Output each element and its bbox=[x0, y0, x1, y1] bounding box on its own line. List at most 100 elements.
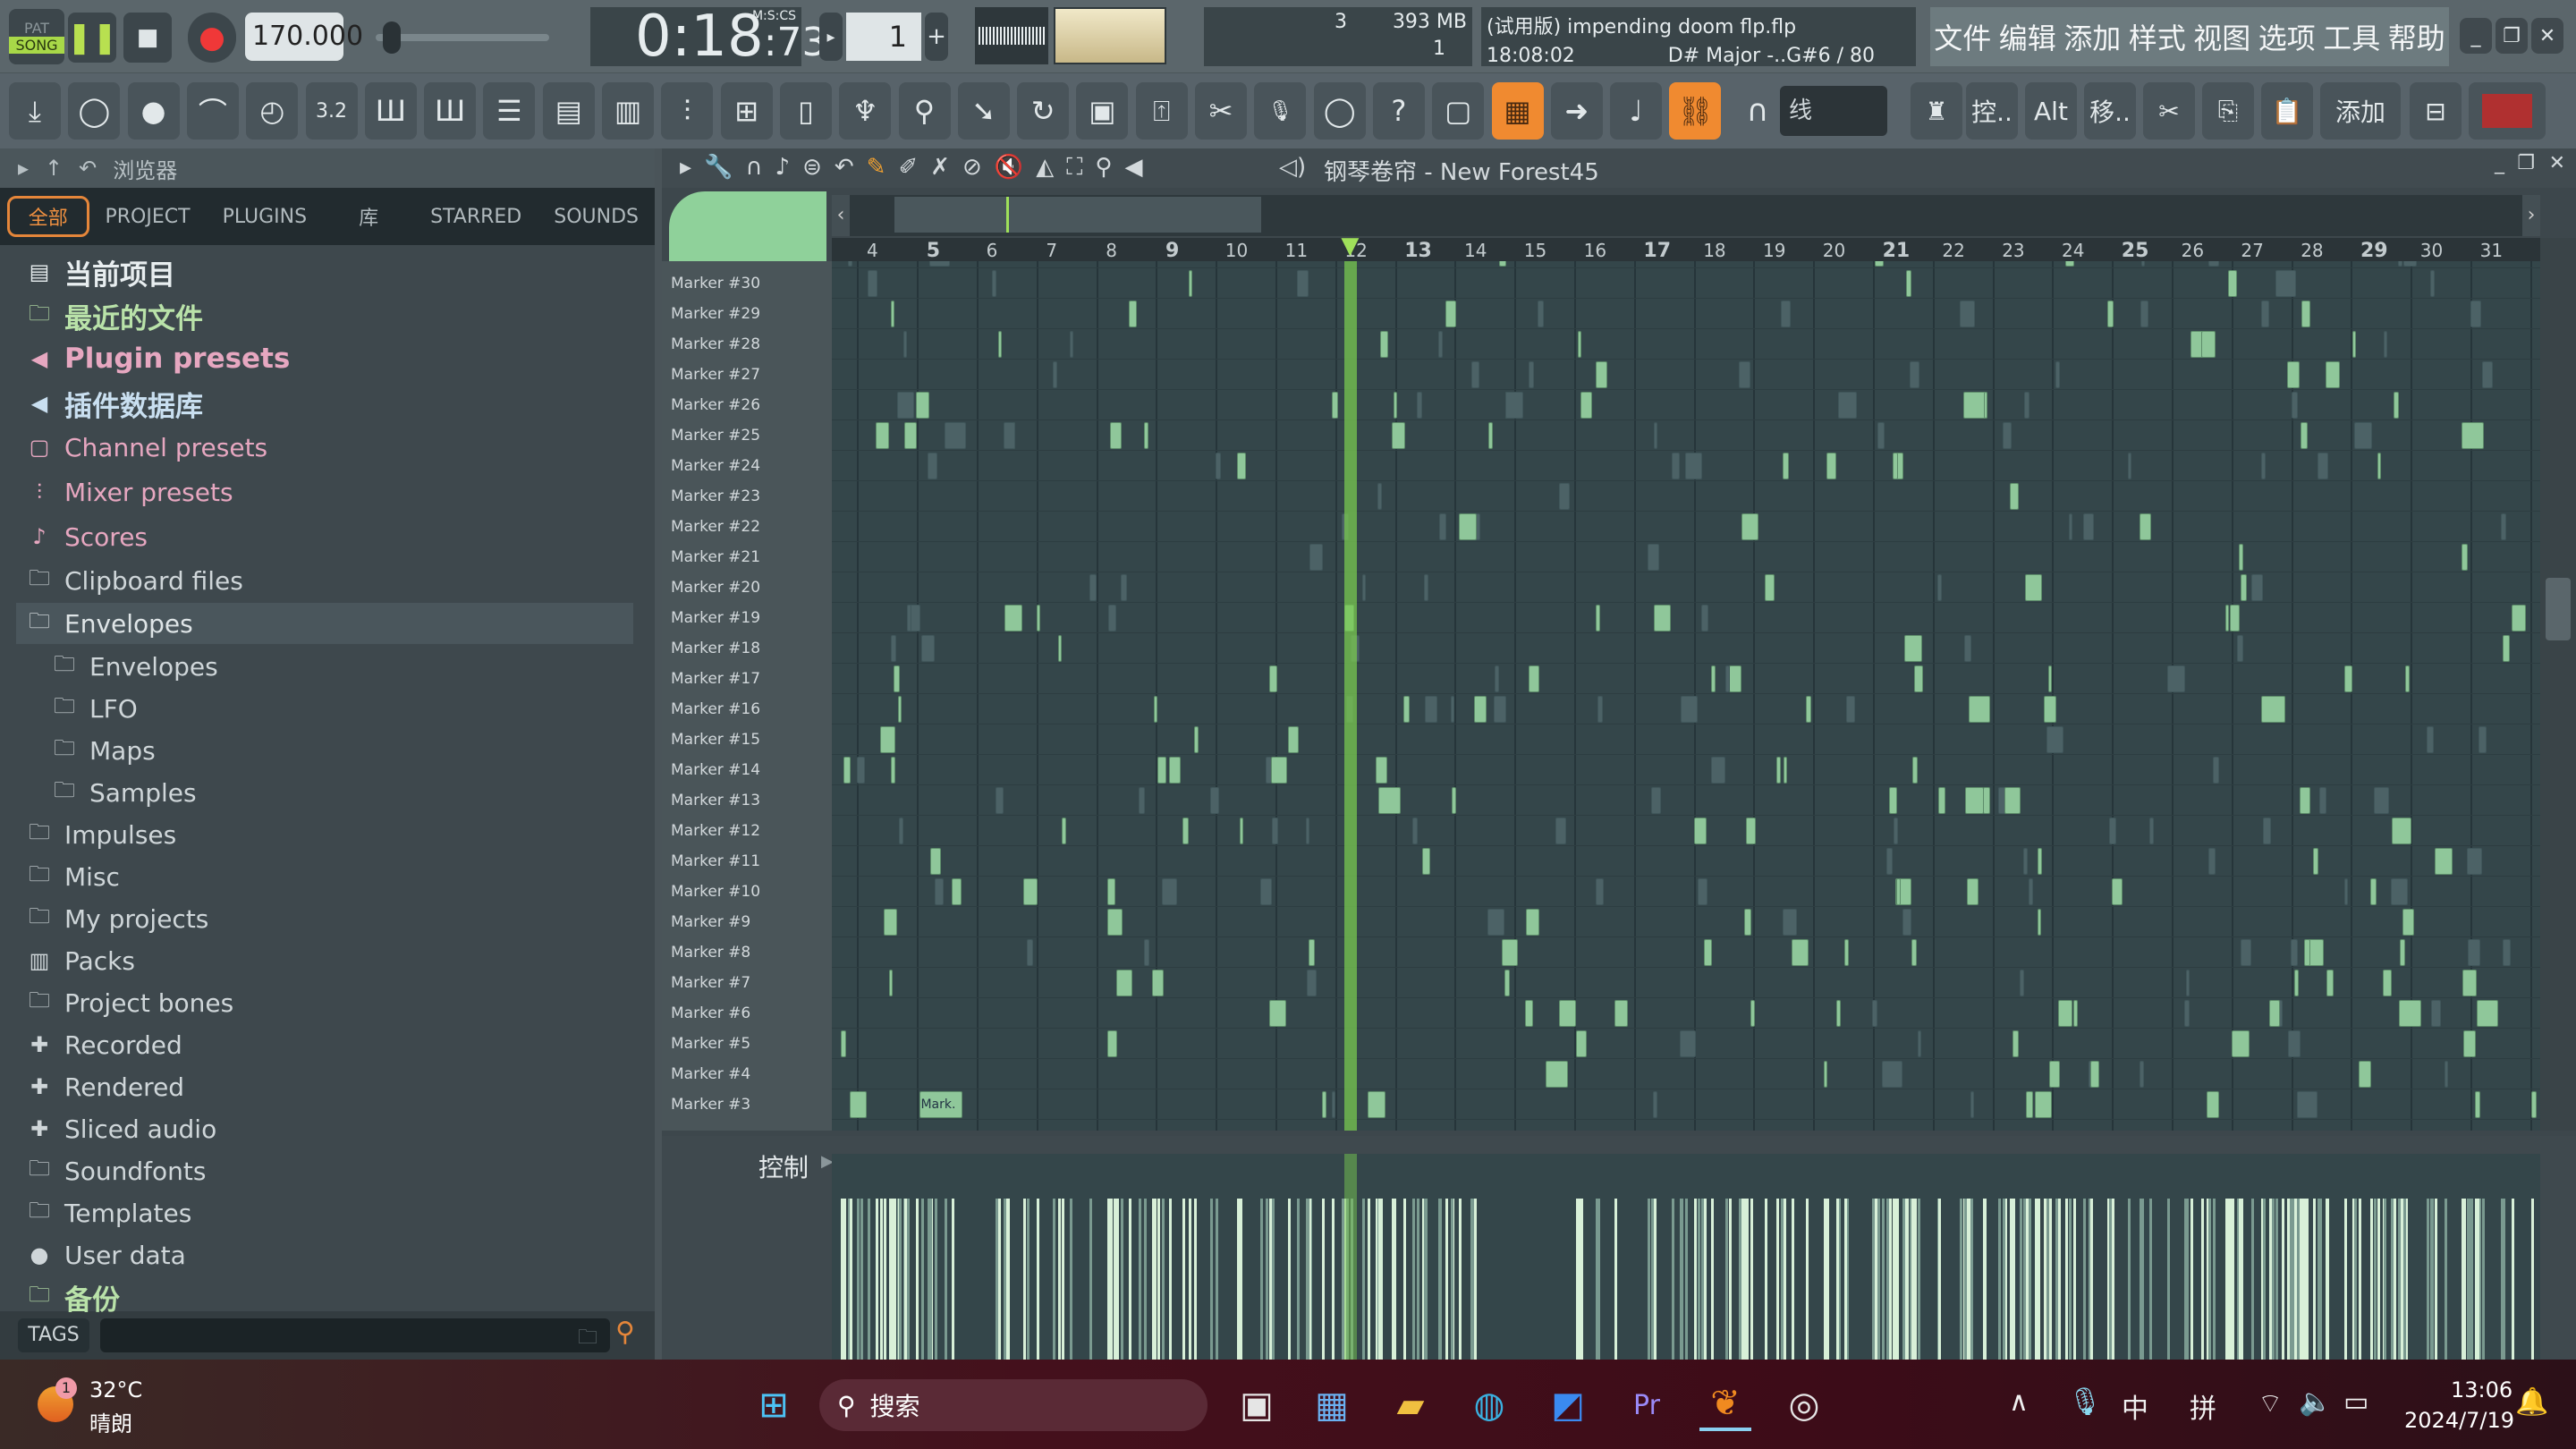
velocity-bar[interactable] bbox=[2057, 1199, 2061, 1360]
velocity-bar[interactable] bbox=[1902, 1199, 1906, 1360]
note[interactable] bbox=[2435, 848, 2453, 875]
note[interactable] bbox=[2393, 392, 2399, 419]
note[interactable] bbox=[1209, 787, 1220, 814]
note[interactable] bbox=[1332, 392, 1338, 419]
plugin-icon[interactable]: ♆ bbox=[839, 82, 892, 140]
note[interactable] bbox=[1537, 301, 1544, 327]
velocity-bar[interactable] bbox=[1188, 1199, 1191, 1360]
note[interactable] bbox=[847, 261, 852, 267]
velocity-bar[interactable] bbox=[2167, 1199, 2171, 1360]
new-project-icon[interactable]: ▯ bbox=[779, 82, 832, 140]
marker-label[interactable]: Marker #15 bbox=[671, 724, 760, 755]
note[interactable] bbox=[1152, 970, 1165, 996]
note[interactable] bbox=[2026, 1091, 2033, 1118]
note[interactable] bbox=[2037, 848, 2042, 875]
note[interactable] bbox=[1783, 909, 1798, 936]
velocity-bar[interactable] bbox=[1265, 1199, 1268, 1360]
velocity-bar[interactable] bbox=[2111, 1199, 2114, 1360]
browser-item[interactable]: ✚ Rendered bbox=[27, 1066, 644, 1107]
velocity-bar[interactable] bbox=[1725, 1199, 1729, 1360]
note[interactable] bbox=[1844, 939, 1850, 966]
note[interactable] bbox=[1765, 574, 1775, 601]
scroll-left-icon[interactable]: ‹ bbox=[832, 195, 850, 236]
note[interactable] bbox=[1555, 818, 1566, 844]
note[interactable] bbox=[2184, 1000, 2190, 1027]
note[interactable] bbox=[1885, 848, 1894, 875]
back-icon[interactable]: ↶ bbox=[79, 156, 97, 181]
note[interactable] bbox=[2467, 848, 2482, 875]
note[interactable] bbox=[2468, 939, 2480, 966]
velocity-bar[interactable] bbox=[1697, 1199, 1700, 1360]
undo-icon[interactable]: ↶ bbox=[835, 154, 854, 182]
note[interactable] bbox=[2383, 331, 2387, 358]
velocity-bar[interactable] bbox=[2140, 1199, 2144, 1360]
note[interactable] bbox=[1458, 513, 1477, 540]
menu-item[interactable]: 工具 bbox=[2323, 16, 2380, 57]
browser-item[interactable]: ♪ Scores bbox=[27, 516, 644, 557]
velocity-bar[interactable] bbox=[1614, 1199, 1618, 1360]
master-knob-icon[interactable]: ● bbox=[127, 82, 180, 140]
note[interactable] bbox=[2326, 970, 2334, 996]
note[interactable] bbox=[1824, 1061, 1828, 1088]
app-icon[interactable]: ◩ bbox=[1542, 1379, 1594, 1431]
note[interactable] bbox=[850, 1091, 867, 1118]
velocity-bar[interactable] bbox=[2046, 1199, 2050, 1360]
marker-label[interactable]: Marker #24 bbox=[671, 451, 760, 481]
control-selector[interactable]: 控制 bbox=[758, 1148, 809, 1184]
velocity-bar[interactable] bbox=[1912, 1199, 1916, 1360]
velocity-bar[interactable] bbox=[921, 1199, 924, 1360]
note[interactable] bbox=[2344, 665, 2353, 692]
note[interactable] bbox=[1614, 1000, 1628, 1027]
note[interactable] bbox=[2236, 635, 2244, 662]
tray-expand-icon[interactable]: ∧ bbox=[2009, 1386, 2029, 1418]
velocity-bar[interactable] bbox=[2269, 1199, 2273, 1360]
velocity-bar[interactable] bbox=[1107, 1199, 1111, 1360]
master-pitch-slider[interactable] bbox=[376, 34, 549, 41]
browser-tab[interactable]: 库 bbox=[323, 196, 414, 237]
note[interactable] bbox=[2260, 696, 2286, 723]
marker-label[interactable]: Marker #26 bbox=[671, 390, 760, 420]
velocity-bar[interactable] bbox=[2020, 1199, 2023, 1360]
start-button[interactable]: ⊞ bbox=[748, 1379, 800, 1431]
note[interactable] bbox=[1959, 301, 1976, 327]
store-icon[interactable]: ▦ bbox=[1306, 1379, 1358, 1431]
pointer-icon[interactable]: ➘ bbox=[957, 82, 1010, 140]
velocity-bar[interactable] bbox=[1006, 1199, 1010, 1360]
marker-label[interactable]: Marker #28 bbox=[671, 329, 760, 360]
note[interactable] bbox=[2127, 453, 2131, 479]
velocity-bar[interactable] bbox=[2427, 1199, 2430, 1360]
note[interactable] bbox=[1917, 1030, 1922, 1057]
velocity-bar[interactable] bbox=[1654, 1199, 1657, 1360]
menu-icon[interactable]: ⊜ bbox=[802, 154, 822, 182]
velocity-bar[interactable] bbox=[1129, 1199, 1132, 1360]
fl-studio-icon[interactable]: ❦ bbox=[1699, 1379, 1751, 1431]
note[interactable] bbox=[1026, 939, 1034, 966]
velocity-bar[interactable] bbox=[1215, 1199, 1218, 1360]
velocity-bar[interactable] bbox=[1377, 1199, 1381, 1360]
search-icon[interactable]: ⚲ bbox=[615, 1317, 635, 1348]
note[interactable] bbox=[916, 392, 929, 419]
close-button[interactable]: ✕ bbox=[2531, 18, 2563, 54]
render-icon[interactable]: ⍐ bbox=[1135, 82, 1188, 140]
velocity-bar[interactable] bbox=[2326, 1199, 2329, 1360]
velocity-bar[interactable] bbox=[1368, 1199, 1371, 1360]
note[interactable] bbox=[2185, 970, 2190, 996]
note[interactable] bbox=[1700, 605, 1709, 631]
note[interactable] bbox=[944, 422, 967, 449]
velocity-bar[interactable] bbox=[1362, 1199, 1366, 1360]
pattern-selector[interactable]: 1 bbox=[846, 13, 921, 61]
marker-label[interactable]: Marker #7 bbox=[671, 968, 750, 998]
wait-icon[interactable]: Ш bbox=[424, 82, 477, 140]
scrollbar-thumb[interactable] bbox=[2546, 578, 2571, 640]
note[interactable] bbox=[1053, 361, 1058, 388]
velocity-bar[interactable] bbox=[1297, 1199, 1301, 1360]
note[interactable] bbox=[1968, 696, 1991, 723]
note[interactable] bbox=[1914, 665, 1924, 692]
velocity-bar[interactable] bbox=[1672, 1199, 1675, 1360]
note[interactable] bbox=[1559, 483, 1571, 510]
note[interactable] bbox=[2286, 361, 2301, 388]
note[interactable] bbox=[2049, 1061, 2061, 1088]
note[interactable] bbox=[2399, 1000, 2421, 1027]
wrench-icon[interactable]: 🔧 bbox=[704, 154, 733, 182]
note[interactable] bbox=[1984, 392, 1988, 419]
